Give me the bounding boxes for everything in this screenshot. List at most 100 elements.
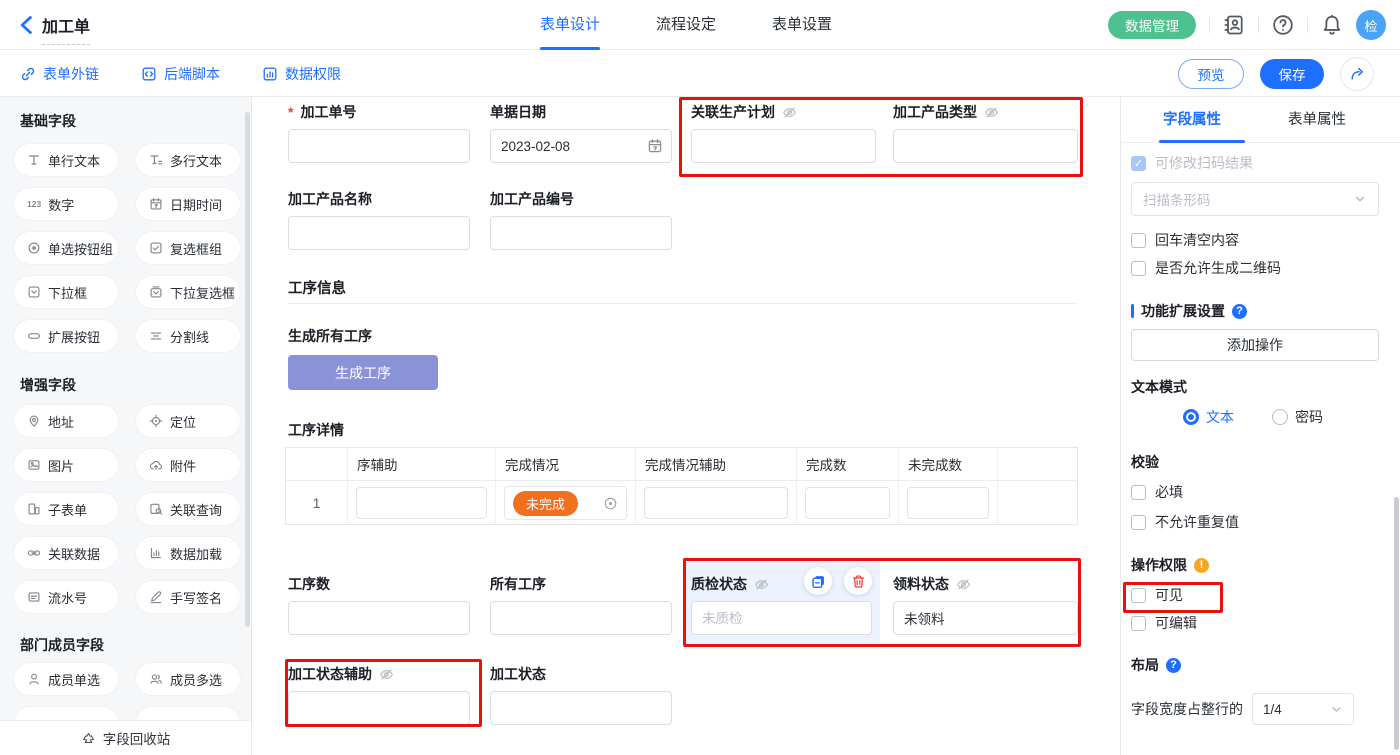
no-duplicate-checkbox[interactable] [1131,515,1146,530]
section-process-info: 工序信息 [288,277,346,298]
palette-item-linked-query[interactable]: 关联查询 [136,493,240,525]
sidebar-scrollbar[interactable] [245,112,250,627]
user-avatar[interactable]: 检 [1356,10,1386,40]
process-count-input[interactable] [288,601,470,635]
radio-text-selected[interactable] [1183,409,1199,425]
palette-item-checkbox-group[interactable]: 复选框组 [136,232,240,264]
tab-form-properties[interactable]: 表单属性 [1288,97,1346,143]
palette-item-signature[interactable]: 手写签名 [136,581,240,613]
palette-item-member-multi[interactable]: 成员多选 [136,663,240,695]
palette-item-image[interactable]: 图片 [14,449,118,481]
palette-item-multi-line-text[interactable]: 多行文本 [136,144,240,176]
field-product-name[interactable]: 加工产品名称 [288,190,470,250]
help-question-icon[interactable]: ? [1166,658,1181,673]
field-linked-production-plan[interactable]: 关联生产计划 [691,103,876,163]
radio-password[interactable] [1272,409,1288,425]
product-type-input[interactable] [893,129,1078,163]
palette-item-location[interactable]: 定位 [136,405,240,437]
palette-item-radio-group[interactable]: 单选按钮组 [14,232,118,264]
field-width-select[interactable]: 1/4 [1252,693,1354,725]
palette-item-address[interactable]: 地址 [14,405,118,437]
data-manage-button[interactable]: 数据管理 [1108,11,1196,39]
form-external-link[interactable]: 表单外链 [20,64,99,84]
form-title[interactable]: 加工单 [42,13,90,45]
generate-process-button[interactable]: 生成工序 [288,355,438,390]
process-status-aux-input[interactable] [288,691,470,725]
clear-on-enter-checkbox[interactable] [1131,233,1146,248]
preview-button[interactable]: 预览 [1178,59,1244,89]
tab-form-design[interactable]: 表单设计 [540,0,600,50]
product-name-input[interactable] [288,216,470,250]
top-bar: 加工单 表单设计 流程设定 表单设置 数据管理 检 [0,0,1400,50]
palette-item-date-time[interactable]: 日期时间 [136,188,240,220]
palette-item-extend-button[interactable]: 扩展按钮 [14,320,118,352]
palette-item-number[interactable]: 123数字 [14,188,118,220]
field-product-code[interactable]: 加工产品编号 [490,190,672,250]
add-action-button[interactable]: 添加操作 [1131,329,1379,361]
visible-checkbox[interactable] [1131,588,1146,603]
field-material-status[interactable]: 领料状态 [893,575,1078,635]
checkbox-checked-disabled[interactable]: ✓ [1131,156,1146,171]
field-product-type[interactable]: 加工产品类型 [893,103,1078,163]
field-all-process[interactable]: 所有工序 [490,575,672,635]
tab-form-setting[interactable]: 表单设置 [772,0,832,50]
field-process-count[interactable]: 工序数 [288,575,470,635]
palette-item-member-single[interactable]: 成员单选 [14,663,118,695]
data-permission-link[interactable]: 数据权限 [262,64,341,84]
qc-status-input[interactable] [691,601,872,635]
product-code-input[interactable] [490,216,672,250]
required-checkbox[interactable] [1131,485,1146,500]
document-date-input[interactable] [490,129,672,163]
process-status-input[interactable] [490,691,672,725]
warning-icon[interactable]: ! [1194,558,1209,573]
copy-field-button[interactable] [804,567,832,595]
table-undone-count-input[interactable] [907,487,989,519]
palette-item-subform[interactable]: 子表单 [14,493,118,525]
share-button[interactable] [1340,57,1374,91]
eye-off-icon [754,577,769,592]
palette-item-data-load[interactable]: 数据加载 [136,537,240,569]
palette-item-divider[interactable]: 分割线 [136,320,240,352]
required-row: 必填 [1131,482,1183,502]
palette-item-linked-data[interactable]: 关联数据 [14,537,118,569]
completion-status-select[interactable]: 未完成 [504,486,627,520]
editable-checkbox[interactable] [1131,616,1146,631]
palette-item-select[interactable]: 下拉框 [14,276,118,308]
notification-bell-icon[interactable] [1321,14,1343,36]
section-basic-fields: 基础字段 [20,111,76,131]
all-process-input[interactable] [490,601,672,635]
field-recycle-bin[interactable]: 字段回收站 [0,720,251,755]
table-done-count-input[interactable] [805,487,890,519]
chain-icon [27,546,41,560]
palette-item-attachment[interactable]: 附件 [136,449,240,481]
table-aux-input[interactable] [356,487,487,519]
save-button[interactable]: 保存 [1260,59,1324,89]
help-question-icon[interactable]: ? [1232,304,1247,319]
scan-type-select[interactable]: 扫描条形码 [1131,182,1379,216]
chevron-down-icon [1330,703,1343,716]
material-status-input[interactable] [893,601,1078,635]
contacts-book-icon[interactable] [1223,14,1245,36]
locate-icon [149,414,163,428]
backend-script-link[interactable]: 后端脚本 [141,64,220,84]
palette-item-serial-number[interactable]: 流水号 [14,581,118,613]
process-order-no-input[interactable] [288,129,470,163]
pen-icon [149,590,163,604]
palette-item-multi-select[interactable]: 下拉复选框 [136,276,240,308]
textarea-icon [149,153,163,167]
back-icon[interactable] [16,14,38,36]
field-document-date[interactable]: 单据日期 [490,103,672,163]
allow-qrcode-checkbox[interactable] [1131,261,1146,276]
field-process-status[interactable]: 加工状态 [490,665,672,725]
panel-scrollbar[interactable] [1394,497,1399,750]
linked-production-plan-input[interactable] [691,129,876,163]
table-completion-aux-input[interactable] [644,487,788,519]
help-icon[interactable] [1272,14,1294,36]
palette-item-single-line-text[interactable]: 单行文本 [14,144,118,176]
field-process-order-no[interactable]: *加工单号 [288,103,470,163]
scan-result-label: 可修改扫码结果 [1155,153,1253,173]
delete-field-button[interactable] [844,567,872,595]
tab-field-properties[interactable]: 字段属性 [1163,97,1221,143]
tab-flow-setting[interactable]: 流程设定 [656,0,716,50]
field-process-status-aux[interactable]: 加工状态辅助 [288,665,470,725]
